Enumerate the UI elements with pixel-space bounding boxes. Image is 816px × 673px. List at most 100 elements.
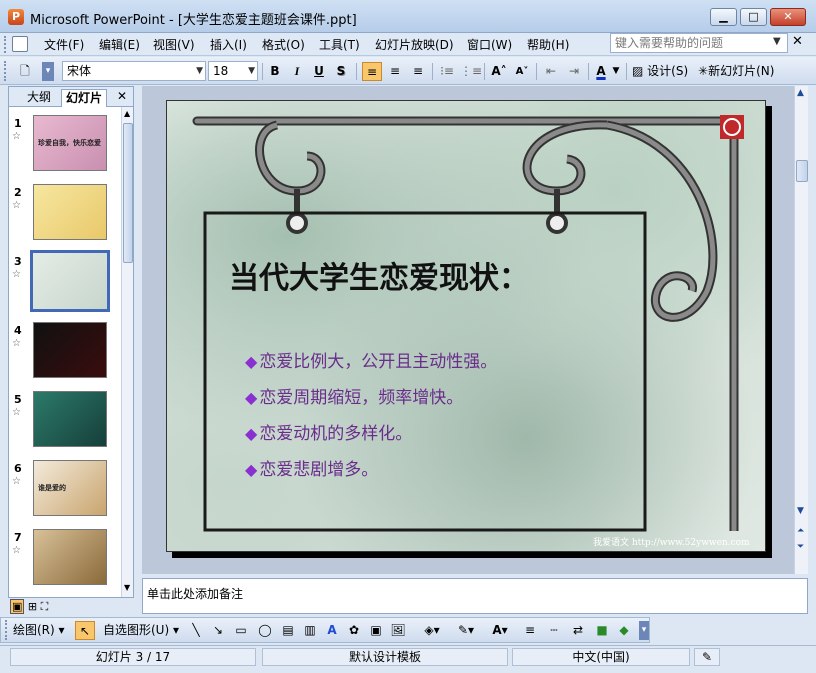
diagram-icon[interactable]: ✿ (345, 621, 363, 640)
scroll-down-icon[interactable]: ▼ (124, 583, 130, 592)
menu-format[interactable]: 格式(O) (262, 36, 305, 53)
toolbar-grip[interactable] (4, 61, 8, 81)
maximize-button[interactable]: □ (740, 8, 767, 26)
shadow-style-icon[interactable]: ■ (593, 621, 611, 640)
transition-star-icon[interactable]: ☆ (12, 131, 21, 142)
minimize-button[interactable]: ▁ (710, 8, 737, 26)
transition-star-icon[interactable]: ☆ (12, 338, 21, 349)
font-size-select[interactable]: 18 ▼ (208, 61, 258, 81)
pane-close-icon[interactable]: ✕ (117, 89, 127, 103)
oval-tool-icon[interactable]: ◯ (255, 621, 275, 640)
normal-view-icon[interactable]: ▣ (10, 599, 25, 614)
bullet-item[interactable]: ◆ 恋爱周期缩短，频率增快。 (245, 383, 463, 408)
picture-icon[interactable]: 🖼 (389, 621, 407, 640)
clipart-icon[interactable]: ▣ (367, 621, 385, 640)
autoshapes-button[interactable]: 自选图形(U) ▾ (103, 621, 187, 640)
tab-slides[interactable]: 幻灯片 (61, 89, 108, 107)
rectangle-tool-icon[interactable]: ▭ (231, 621, 251, 640)
transition-star-icon[interactable]: ☆ (12, 200, 21, 211)
slide-thumbnail-row[interactable]: 2 ☆ (9, 184, 121, 248)
chevron-down-icon[interactable]: ▼ (248, 62, 255, 80)
document-icon[interactable] (12, 36, 28, 52)
3d-style-icon[interactable]: ◆ (615, 621, 633, 640)
notes-pane[interactable]: 单击此处添加备注 (142, 578, 808, 614)
menu-window[interactable]: 窗口(W) (467, 36, 512, 53)
chevron-down-icon[interactable]: ▼ (196, 62, 203, 80)
slide-thumbnail[interactable] (33, 322, 107, 378)
spelling-check-icon[interactable]: ✎ (694, 648, 720, 666)
bold-button[interactable]: B (266, 62, 284, 81)
decrease-font-icon[interactable]: A˅ (512, 62, 532, 81)
slide-scrollbar[interactable]: ▲ ▼ ⏶ ⏷ (794, 86, 808, 574)
tab-outline[interactable]: 大纲 (23, 89, 55, 107)
decrease-indent-icon[interactable]: ⇤ (541, 62, 561, 81)
slide-sorter-icon[interactable]: ⊞ (28, 600, 37, 613)
align-right-icon[interactable]: ≡ (408, 62, 428, 81)
chevron-down-icon[interactable]: ▼ (611, 62, 621, 81)
slide-thumbnail-row[interactable]: 5 ☆ (9, 391, 121, 455)
align-center-icon[interactable]: ≡ (385, 62, 405, 81)
new-document-icon[interactable]: 🗋 (14, 62, 36, 81)
toolbar-options-icon[interactable]: ▾ (639, 621, 649, 640)
slide-thumbnail[interactable] (33, 529, 107, 585)
increase-indent-icon[interactable]: ⇥ (564, 62, 584, 81)
fill-color-icon[interactable]: ◈▾ (419, 621, 445, 640)
scroll-up-icon[interactable]: ▲ (124, 109, 130, 118)
transition-star-icon[interactable]: ☆ (12, 545, 21, 556)
scroll-up-icon[interactable]: ▲ (797, 88, 804, 98)
previous-slide-icon[interactable]: ⏶ (797, 526, 804, 536)
shadow-button[interactable]: S (332, 62, 350, 81)
textbox-tool-icon[interactable]: ▤ (279, 621, 297, 640)
menu-slideshow[interactable]: 幻灯片放映(D) (375, 36, 454, 53)
design-template-name[interactable]: 默认设计模板 (262, 648, 508, 666)
select-pointer-icon[interactable]: ↖ (75, 621, 95, 640)
font-name-select[interactable]: 宋体 ▼ (62, 61, 206, 81)
align-left-icon[interactable]: ≡ (362, 62, 382, 81)
transition-star-icon[interactable]: ☆ (12, 269, 21, 280)
italic-button[interactable]: I (288, 62, 306, 81)
slide-thumbnail-row[interactable]: 1 ☆ 珍爱自我，快乐恋爱 (9, 115, 121, 179)
draw-menu-button[interactable]: 绘图(R) ▾ (13, 621, 73, 640)
slide-thumbnail[interactable] (30, 250, 110, 312)
slide-title[interactable]: 当代大学生恋爱现状： (229, 253, 529, 297)
slide-thumbnail[interactable] (33, 184, 107, 240)
scroll-down-icon[interactable]: ▼ (797, 506, 804, 516)
slide-canvas[interactable]: 当代大学生恋爱现状： ◆ 恋爱比例大，公开且主动性强。 ◆ 恋爱周期缩短，频率增快。… (166, 100, 766, 552)
menu-tools[interactable]: 工具(T) (319, 36, 360, 53)
dash-style-icon[interactable]: ┄ (545, 621, 563, 640)
slide-thumbnail-row[interactable]: 6 ☆ 谁是爱的 (9, 460, 121, 524)
bullet-item[interactable]: ◆ 恋爱悲剧增多。 (245, 455, 378, 480)
menu-insert[interactable]: 插入(I) (210, 36, 247, 53)
line-tool-icon[interactable]: ╲ (187, 621, 205, 640)
new-slide-button[interactable]: ✳新幻灯片(N) (698, 62, 812, 81)
next-slide-icon[interactable]: ⏷ (797, 542, 804, 552)
font-color-icon[interactable]: A (592, 62, 610, 81)
menu-edit[interactable]: 编辑(E) (99, 36, 140, 53)
vertical-textbox-icon[interactable]: ▥ (301, 621, 319, 640)
slide-thumbnail-row[interactable]: 4 ☆ (9, 322, 121, 386)
transition-star-icon[interactable]: ☆ (12, 407, 21, 418)
bullet-item[interactable]: ◆ 恋爱比例大，公开且主动性强。 (245, 347, 497, 372)
help-dropdown-icon[interactable]: ▼ (773, 36, 781, 47)
menu-file[interactable]: 文件(F) (44, 36, 84, 53)
slide-thumbnail-row[interactable]: 3 ☆ (9, 250, 121, 317)
slide-thumbnail[interactable]: 珍爱自我，快乐恋爱 (33, 115, 107, 171)
transition-star-icon[interactable]: ☆ (12, 476, 21, 487)
document-close-button[interactable]: ✕ (792, 34, 803, 49)
underline-button[interactable]: U (310, 62, 328, 81)
toolbar-grip[interactable] (5, 620, 9, 640)
bullets-icon[interactable]: ⋮≡ (460, 62, 482, 81)
menu-view[interactable]: 视图(V) (153, 36, 195, 53)
design-button[interactable]: ▨ 设计(S) (632, 62, 696, 81)
line-style-icon[interactable]: ≡ (521, 621, 539, 640)
numbering-icon[interactable]: ⁝≡ (437, 62, 457, 81)
scroll-thumb[interactable] (796, 160, 808, 182)
powerpoint-app-icon[interactable]: P (8, 9, 24, 25)
wordart-icon[interactable]: A (323, 621, 341, 640)
increase-font-icon[interactable]: A˄ (489, 62, 509, 81)
menu-grip[interactable] (4, 36, 8, 53)
slide-thumbnail-row[interactable]: 7 ☆ (9, 529, 121, 593)
close-button[interactable]: ✕ (770, 8, 806, 26)
menu-help[interactable]: 帮助(H) (527, 36, 569, 53)
help-search-input[interactable]: 键入需要帮助的问题 (610, 33, 788, 53)
